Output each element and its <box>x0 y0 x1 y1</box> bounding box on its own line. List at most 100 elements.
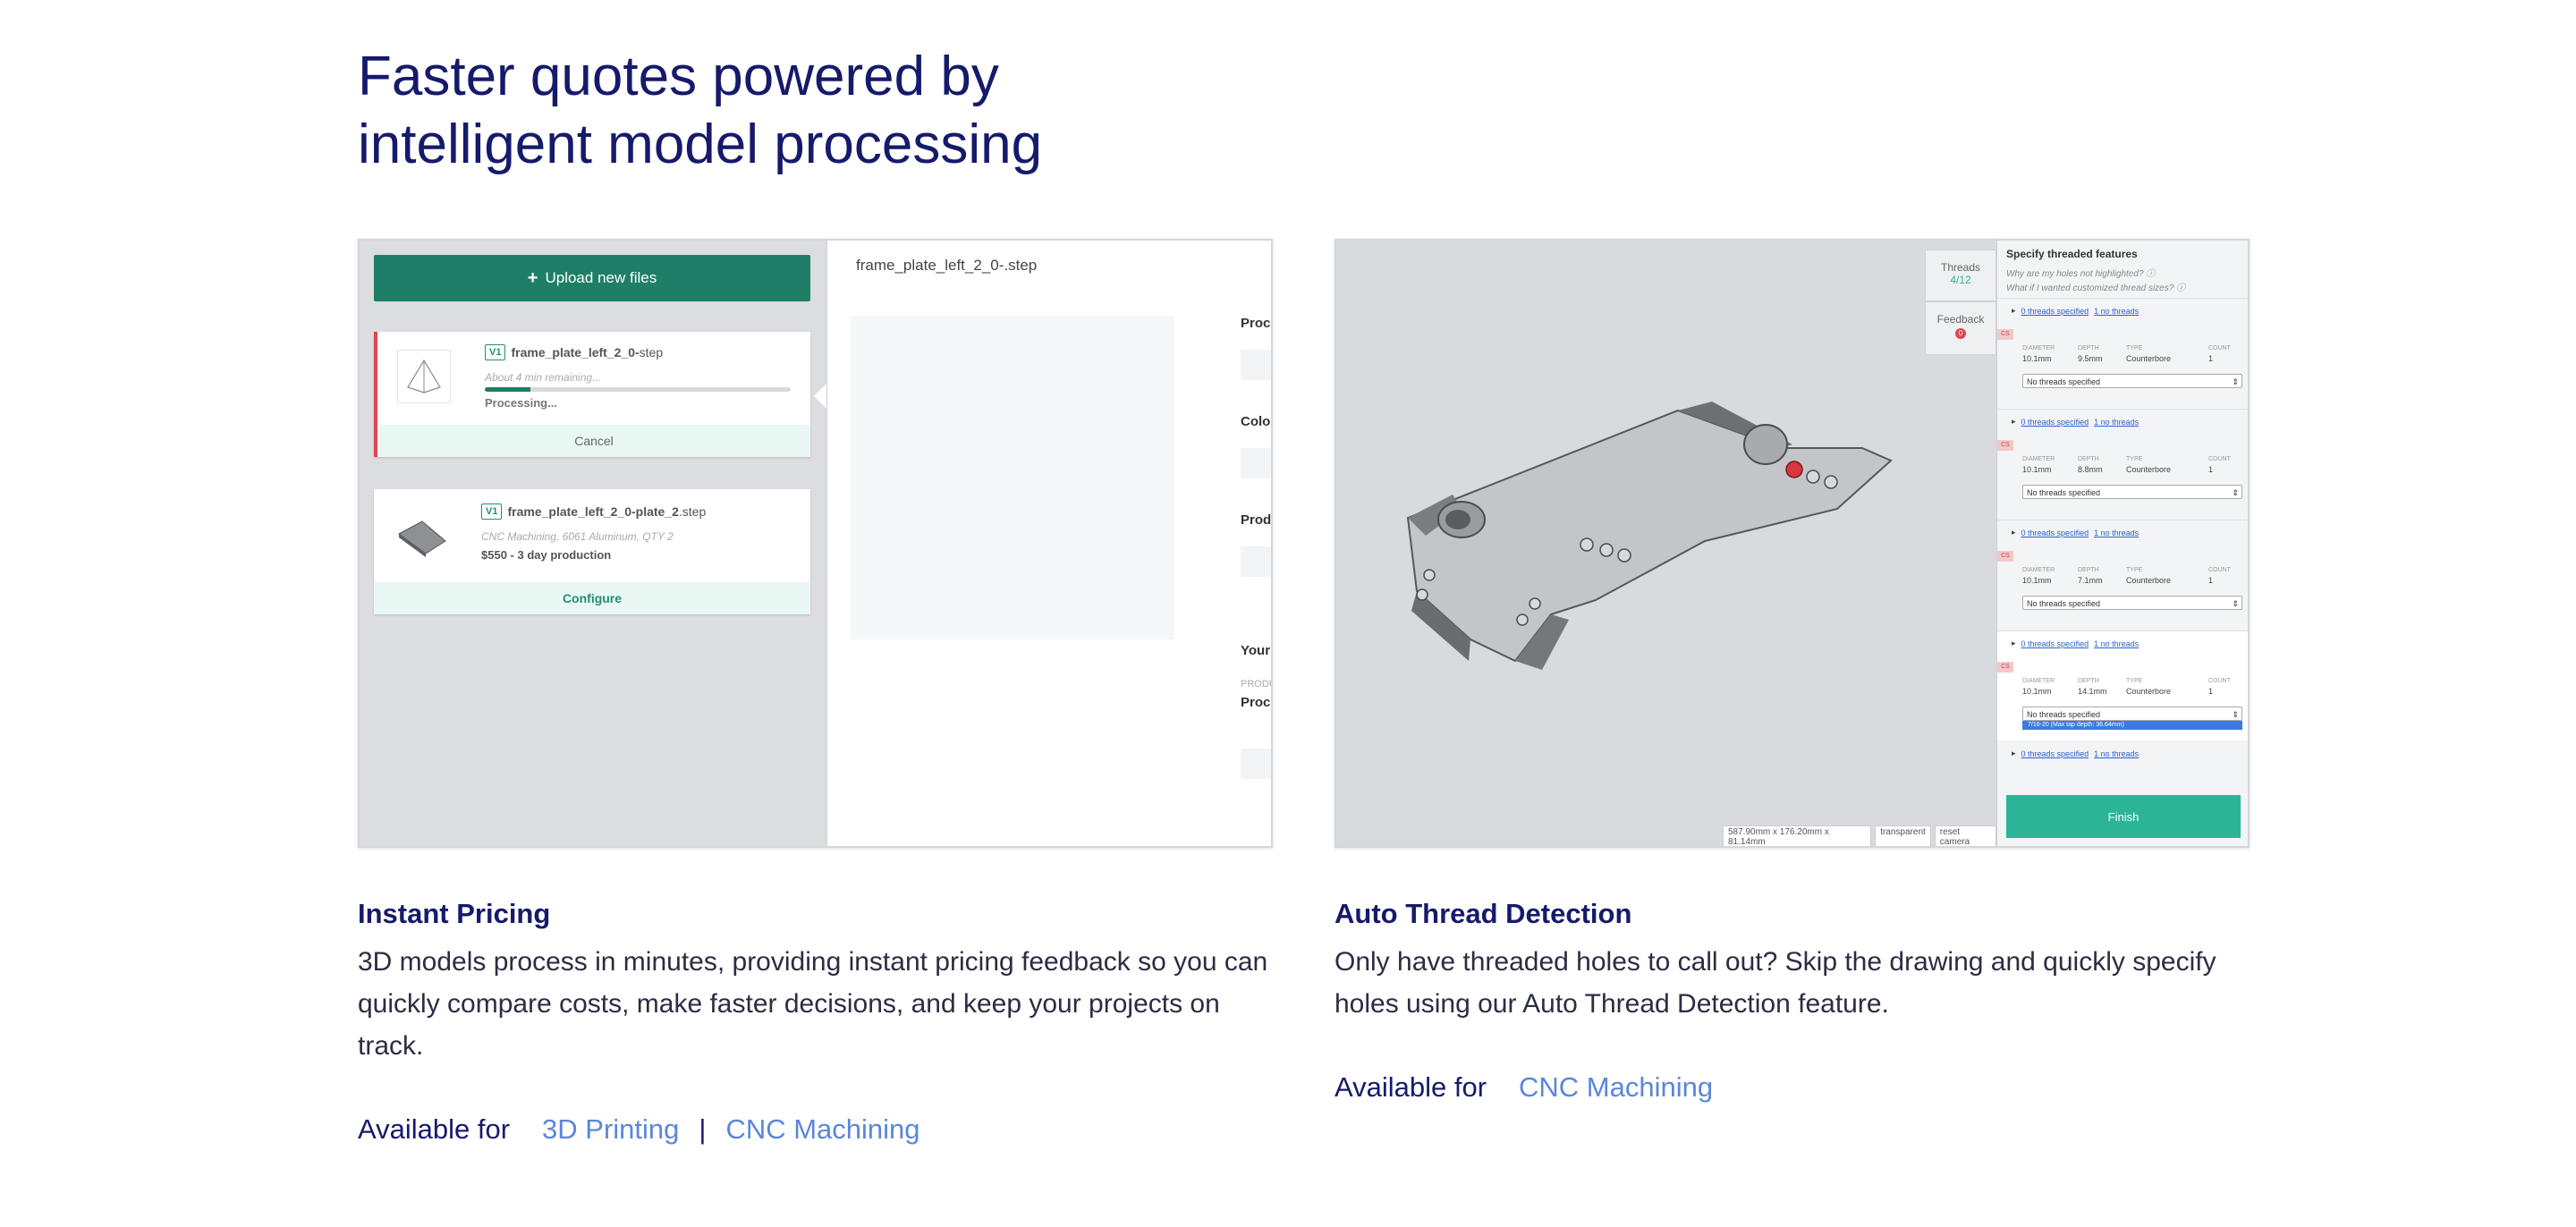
available-for-label: Available for <box>358 1113 511 1145</box>
diameter-value: 10.1mm <box>2022 354 2052 363</box>
tab-feedback[interactable]: Feedback 0 <box>1925 301 1996 355</box>
tab-feedback-label: Feedback <box>1936 313 1985 326</box>
feature-title-instant-pricing: Instant Pricing <box>358 898 551 929</box>
configure-button[interactable]: Configure <box>374 582 810 614</box>
feature-desc-instant-pricing: 3D models process in minutes, providing … <box>358 947 1268 1061</box>
file-card-configured[interactable]: V1 frame_plate_left_2_0-plate_2.step CNC… <box>374 489 810 614</box>
type-value: Counterbore <box>2126 687 2172 696</box>
diameter-label: DIAMETER <box>2022 678 2055 684</box>
transparent-toggle[interactable]: transparent <box>1875 825 1931 846</box>
threads-specified-link[interactable]: 0 threads specified <box>2021 529 2089 537</box>
type-value: Counterbore <box>2126 576 2172 585</box>
product-caption: PRODU <box>1241 679 1273 690</box>
expand-arrow-icon[interactable]: ▸ <box>2012 749 2016 758</box>
type-label: TYPE <box>2126 345 2143 351</box>
section-heading: Faster quotes powered by intelligent mod… <box>358 43 1252 179</box>
version-badge: V1 <box>485 344 506 360</box>
bracket-part-model <box>1406 402 1893 670</box>
proc-label: Proc <box>1241 695 1271 710</box>
pyramid-thumbnail-icon <box>397 350 451 403</box>
thread-hole-section[interactable]: ▸ 0 threads specified 1 no threads CS DI… <box>1997 520 2248 630</box>
color-field[interactable] <box>1241 448 1271 478</box>
time-remaining: About 4 min remaining... <box>485 371 602 384</box>
expand-arrow-icon[interactable]: ▸ <box>2012 417 2016 427</box>
no-threads-link[interactable]: 1 no threads <box>2094 307 2139 316</box>
depth-label: DEPTH <box>2078 567 2099 573</box>
help-link-sizes[interactable]: What if I wanted customized thread sizes… <box>2006 280 2185 293</box>
select-arrow-icon: ⇕ <box>2232 488 2239 497</box>
count-label: COUNT <box>2208 456 2231 462</box>
threads-specified-link[interactable]: 0 threads specified <box>2021 749 2089 758</box>
version-badge: V1 <box>481 503 503 520</box>
file-name: frame_plate_left_2_0-plate_2.step <box>507 504 707 519</box>
link-3d-printing[interactable]: 3D Printing <box>542 1113 679 1145</box>
progress-fill <box>485 387 531 392</box>
diameter-value: 10.1mm <box>2022 465 2052 474</box>
select-arrow-icon: ⇕ <box>2232 599 2239 608</box>
available-for-label: Available for <box>1335 1071 1487 1103</box>
depth-value: 8.8mm <box>2078 465 2103 474</box>
thread-hole-section[interactable]: ▸ 0 threads specified 1 no threads CS DI… <box>1997 298 2248 408</box>
instant-pricing-screenshot: + Upload new files V1 frame_plate_left_2… <box>358 239 1273 848</box>
hole-type-badge: CS <box>1997 329 2013 340</box>
diameter-label: DIAMETER <box>2022 567 2055 573</box>
hole-type-badge: CS <box>1997 662 2013 673</box>
type-value: Counterbore <box>2126 465 2172 474</box>
heading-line-2: intelligent model processing <box>358 114 1043 175</box>
thread-option-highlighted[interactable]: 7/16-20 (Max tap depth: 36.64mm) <box>2022 721 2242 730</box>
no-threads-link[interactable]: 1 no threads <box>2094 749 2139 758</box>
reset-camera-button[interactable]: reset camera <box>1934 825 1996 846</box>
expand-arrow-icon[interactable]: ▸ <box>2012 528 2016 537</box>
type-label: TYPE <box>2126 456 2143 462</box>
diameter-label: DIAMETER <box>2022 456 2055 462</box>
link-cnc-machining[interactable]: CNC Machining <box>1519 1071 1713 1103</box>
threads-specified-link[interactable]: 0 threads specified <box>2021 639 2089 648</box>
cad-viewport[interactable]: 587.90mm x 176.20mm x 81.14mm transparen… <box>1336 241 1996 846</box>
thread-select[interactable]: No threads specified ⇕ <box>2022 374 2242 388</box>
count-value: 1 <box>2208 465 2214 474</box>
count-value: 1 <box>2208 687 2214 696</box>
thread-hole-section[interactable]: ▸ 0 threads specified 1 no threads CS DI… <box>1997 630 2248 740</box>
thread-hole-section[interactable]: ▸ 0 threads specified 1 no threads CS DI… <box>1997 409 2248 519</box>
link-separator: | <box>699 1113 707 1145</box>
expand-arrow-icon[interactable]: ▸ <box>2012 639 2016 648</box>
link-cnc-machining[interactable]: CNC Machining <box>725 1113 919 1145</box>
availability-instant-pricing: Available for 3D Printing | CNC Machining <box>358 1113 920 1146</box>
preview-panel: frame_plate_left_2_0-.step Proce Color P… <box>826 241 1273 846</box>
file-card-processing[interactable]: V1 frame_plate_left_2_0-step About 4 min… <box>374 332 810 457</box>
select-arrow-icon: ⇕ <box>2232 710 2239 719</box>
no-threads-link[interactable]: 1 no threads <box>2094 418 2139 427</box>
threads-specified-link[interactable]: 0 threads specified <box>2021 418 2089 427</box>
panel-pointer <box>814 384 826 409</box>
thread-select[interactable]: No threads specified ⇕ <box>2022 485 2242 499</box>
type-label: TYPE <box>2126 678 2143 684</box>
proc-field[interactable] <box>1241 749 1271 779</box>
feedback-badge: 0 <box>1955 328 1966 339</box>
finish-button[interactable]: Finish <box>2006 795 2241 838</box>
model-dimensions: 587.90mm x 176.20mm x 81.14mm <box>1723 825 1872 846</box>
heading-line-1: Faster quotes powered by <box>358 46 999 107</box>
no-threads-link[interactable]: 1 no threads <box>2094 529 2139 537</box>
depth-value: 9.5mm <box>2078 354 2103 363</box>
count-value: 1 <box>2208 576 2214 585</box>
threads-specified-link[interactable]: 0 threads specified <box>2021 307 2089 316</box>
thread-select[interactable]: No threads specified ⇕ <box>2022 596 2242 610</box>
tab-threads[interactable]: Threads 4/12 <box>1925 250 1996 301</box>
no-threads-link[interactable]: 1 no threads <box>2094 639 2139 648</box>
upload-button-label: Upload new files <box>545 269 657 286</box>
help-link-holes[interactable]: Why are my holes not highlighted? ⓘ <box>2006 266 2155 279</box>
upload-files-button[interactable]: + Upload new files <box>374 255 810 301</box>
process-field[interactable] <box>1241 350 1271 380</box>
process-label: Proce <box>1241 316 1271 331</box>
info-icon: ⓘ <box>2176 283 2186 293</box>
thread-select[interactable]: No threads specified ⇕ <box>2022 707 2242 721</box>
color-label: Color <box>1241 414 1273 429</box>
depth-label: DEPTH <box>2078 345 2099 351</box>
production-field[interactable] <box>1241 546 1271 577</box>
count-value: 1 <box>2208 354 2214 363</box>
info-icon: ⓘ <box>2146 269 2156 279</box>
cancel-button[interactable]: Cancel <box>377 425 810 457</box>
hole-type-badge: CS <box>1997 551 2013 562</box>
file-name: frame_plate_left_2_0-step <box>511 345 664 360</box>
expand-arrow-icon[interactable]: ▸ <box>2012 306 2016 316</box>
